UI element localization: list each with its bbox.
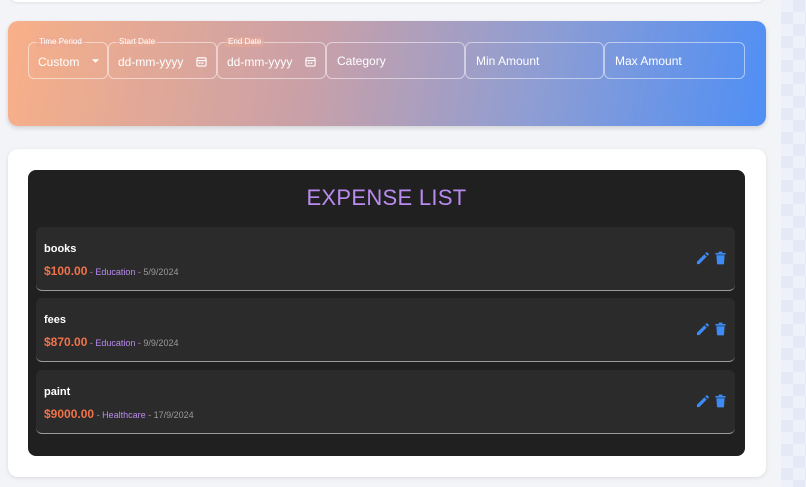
expense-amount: $870.00 [44, 335, 88, 349]
start-date-value: dd-mm-yyyy [118, 55, 184, 69]
expense-date: 17/9/2024 [153, 410, 194, 420]
meta-separator: - [94, 410, 103, 420]
expense-category: Education [95, 267, 136, 277]
expense-list-panel: EXPENSE LIST books $100.00 - Education -… [28, 170, 745, 456]
expense-meta: $870.00 - Education - 9/9/2024 [44, 333, 178, 351]
end-date-value: dd-mm-yyyy [227, 55, 293, 69]
expense-item: fees $870.00 - Education - 9/9/2024 [36, 298, 735, 362]
expense-item: books $100.00 - Education - 5/9/2024 [36, 227, 735, 291]
min-amount-input[interactable]: Min Amount [465, 42, 604, 79]
expense-name: fees [44, 314, 67, 326]
trash-icon[interactable] [715, 322, 726, 336]
edit-icon[interactable] [696, 395, 709, 408]
time-period-value: Custom [38, 55, 80, 69]
expense-list-title: EXPENSE LIST [306, 185, 467, 210]
calendar-icon[interactable] [196, 56, 207, 67]
start-date-input[interactable]: Start Date dd-mm-yyyy [108, 37, 217, 79]
expense-amount: $100.00 [44, 264, 88, 278]
trash-icon[interactable] [715, 251, 726, 265]
expense-item: paint $9000.00 - Healthcare - 17/9/2024 [36, 370, 735, 434]
expense-amount: $9000.00 [44, 407, 95, 421]
min-amount-placeholder: Min Amount [476, 54, 540, 68]
edit-icon[interactable] [696, 252, 709, 265]
expense-meta: $100.00 - Education - 5/9/2024 [44, 262, 178, 280]
expense-list-card: EXPENSE LIST books $100.00 - Education -… [8, 149, 766, 477]
expense-category: Education [95, 338, 136, 348]
expense-name: paint [44, 386, 71, 398]
end-date-input[interactable]: End Date dd-mm-yyyy [217, 37, 326, 79]
top-card-edge [8, 0, 766, 2]
time-period-label: Time Period [36, 37, 85, 47]
expense-date: 9/9/2024 [143, 338, 179, 348]
meta-separator: - [145, 410, 154, 420]
background-pattern-strip [781, 0, 806, 487]
expense-date: 5/9/2024 [143, 267, 179, 277]
chevron-down-icon[interactable] [91, 58, 100, 64]
end-date-label: End Date [225, 37, 265, 47]
category-input[interactable]: Category [326, 42, 465, 79]
expense-meta: $9000.00 - Healthcare - 17/9/2024 [44, 405, 194, 423]
start-date-label: Start Date [116, 37, 159, 47]
calendar-icon[interactable] [305, 56, 316, 67]
max-amount-placeholder: Max Amount [615, 54, 682, 68]
expense-name: books [44, 243, 77, 255]
trash-icon[interactable] [715, 394, 726, 408]
category-placeholder: Category [337, 54, 386, 68]
edit-icon[interactable] [696, 323, 709, 336]
max-amount-input[interactable]: Max Amount [604, 42, 745, 79]
time-period-select[interactable]: Time Period Custom [28, 37, 108, 79]
filter-panel: Time Period Custom Start Date dd-mm-yyyy… [8, 21, 766, 126]
expense-category: Healthcare [102, 410, 146, 420]
